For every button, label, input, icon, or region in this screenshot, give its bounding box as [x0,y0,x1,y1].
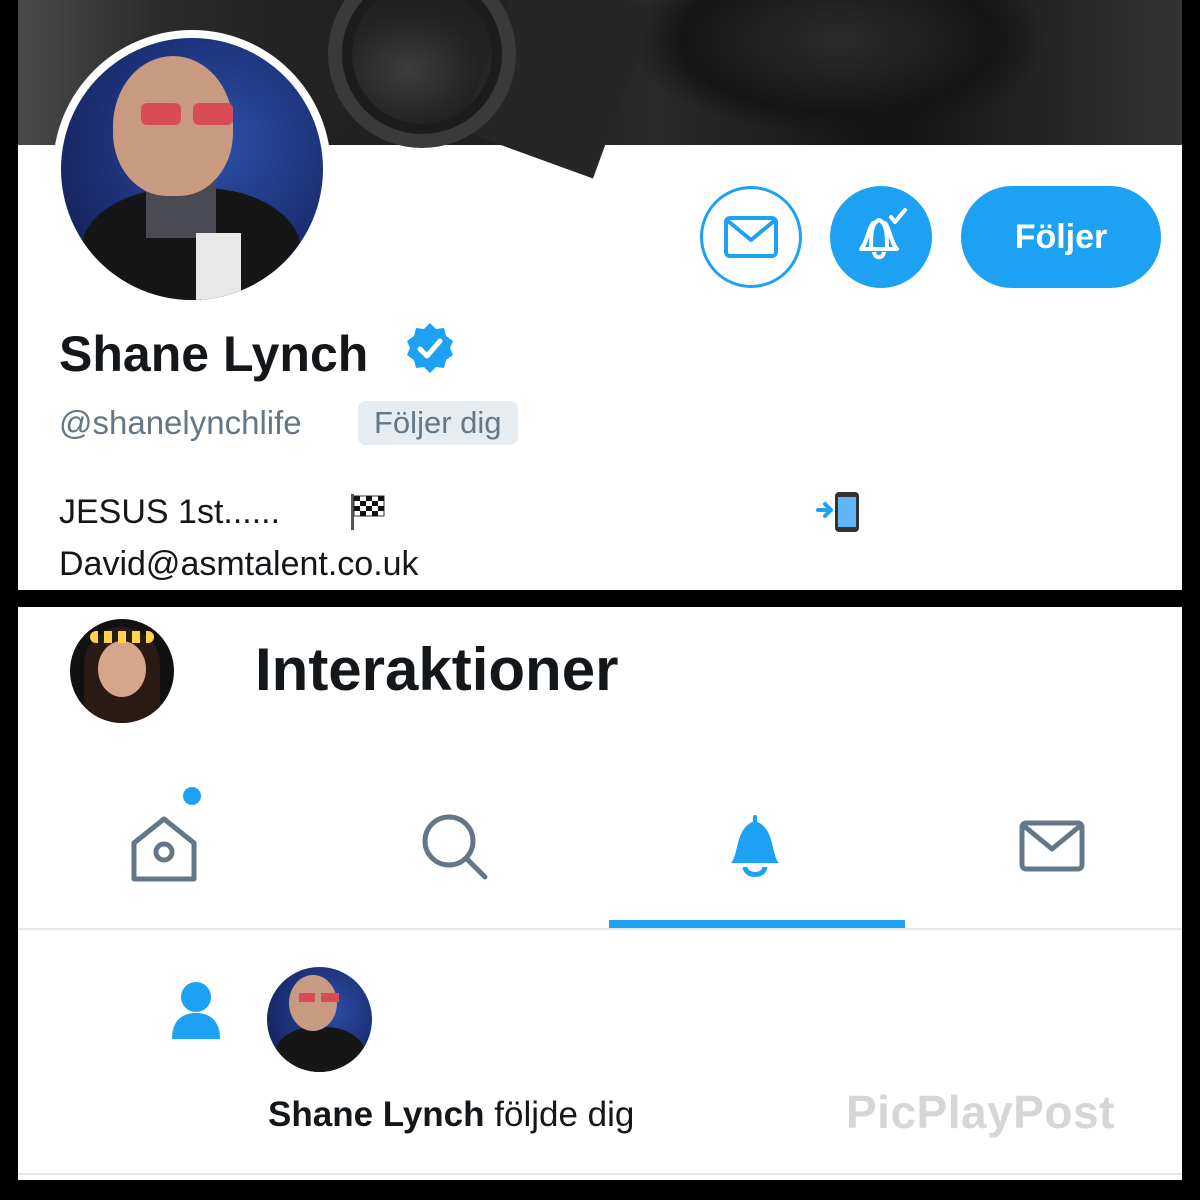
notification-user-name[interactable]: Shane Lynch [268,1095,485,1134]
profile-name: Shane Lynch [59,326,369,382]
phone-arrow-icon [816,492,859,532]
tab-notifications[interactable] [609,767,900,927]
bell-check-icon [859,208,907,260]
tab-search[interactable] [309,767,600,927]
profile-bio-email[interactable]: David@asmtalent.co.uk [59,545,419,584]
bottom-tab-bar [18,767,1182,927]
search-icon [422,814,487,880]
profile-avatar[interactable] [53,30,331,308]
notifications-panel: Interaktioner Shane Lynch följde dig Pic… [18,607,1182,1180]
tab-messages[interactable] [906,767,1182,927]
active-tab-indicator [609,920,905,928]
page-title: Interaktioner [255,636,619,703]
watermark: PicPlayPost [846,1086,1115,1138]
message-button[interactable] [700,186,802,288]
unread-indicator [183,787,201,805]
notification-text[interactable]: Shane Lynch följde dig [268,1095,634,1135]
account-avatar[interactable] [70,619,174,723]
verified-badge-icon [407,323,453,373]
person-icon [172,982,220,1039]
following-button[interactable]: Följer [961,186,1161,288]
notifications-toggle-button[interactable] [830,186,932,288]
profile-panel: Följer Shane Lynch @shanelynchlife Följe… [18,0,1182,590]
checkered-flag-icon [351,494,385,530]
profile-bio-line: JESUS 1st...... [59,493,281,531]
notification-action: följde dig [484,1095,635,1134]
follows-you-badge: Följer dig [358,401,518,445]
divider [18,928,1182,930]
home-icon [131,816,196,882]
divider [18,1173,1182,1175]
tab-home[interactable] [18,767,309,927]
profile-handle: @shanelynchlife [59,404,302,441]
mail-icon [1019,820,1084,872]
bell-icon [730,815,779,877]
mail-icon [724,216,778,258]
follower-avatar[interactable] [267,967,372,1072]
